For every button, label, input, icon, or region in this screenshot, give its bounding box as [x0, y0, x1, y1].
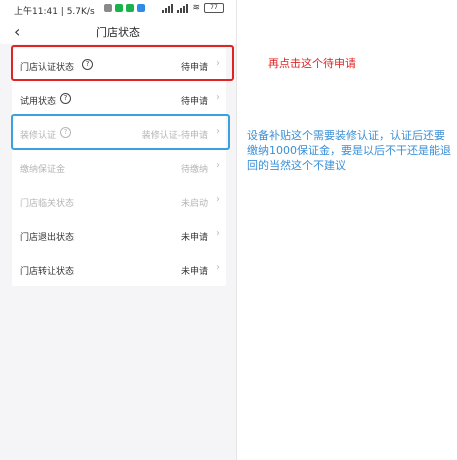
- status-app-icons: [104, 4, 145, 12]
- status-list: 门店认证状态 ? 待申请 › 试用状态 ? 待申请 › 装修认证 ? 装修认证-…: [12, 48, 226, 286]
- row-temporary-close[interactable]: 门店临关状态 未启动 ›: [12, 184, 226, 218]
- annotation-red: 再点击这个待申请: [268, 57, 356, 70]
- row-value[interactable]: 待申请: [181, 94, 208, 107]
- wechat-icon: [126, 4, 134, 12]
- status-bar: 上午11:41 | 5.7K/s ≋ 77: [0, 0, 236, 18]
- nav-bar: ‹ 门店状态: [0, 18, 236, 44]
- status-time: 上午11:41 | 5.7K/s: [14, 7, 95, 17]
- page-title: 门店状态: [96, 26, 140, 39]
- wifi-icon: ≋: [192, 3, 200, 13]
- chevron-right-icon: ›: [216, 92, 220, 103]
- signal-icon: [177, 3, 189, 13]
- signal-icon: [162, 3, 174, 13]
- alarm-icon: [104, 4, 112, 12]
- battery-icon: 77: [204, 3, 224, 13]
- chevron-right-icon: ›: [216, 194, 220, 205]
- chevron-right-icon: ›: [216, 160, 220, 171]
- row-trial-status[interactable]: 试用状态 ? 待申请 ›: [12, 82, 226, 116]
- highlight-red-box: [11, 45, 234, 81]
- row-label: 缴纳保证金: [20, 165, 66, 175]
- row-value[interactable]: 未申请: [181, 230, 208, 243]
- row-store-transfer[interactable]: 门店转让状态 未申请 ›: [12, 252, 226, 286]
- status-right: ≋ 77: [162, 3, 224, 13]
- help-icon[interactable]: ?: [60, 93, 71, 104]
- row-label: 门店临关状态: [20, 199, 75, 209]
- chevron-right-icon: ›: [216, 228, 220, 239]
- row-value[interactable]: 未启动: [181, 196, 208, 209]
- row-label: 门店退出状态: [20, 233, 75, 243]
- annotation-blue: 设备补贴这个需要装修认证，认证后还要缴纳1000保证金，要是以后不干还是能退回的…: [247, 129, 451, 172]
- row-deposit[interactable]: 缴纳保证金 待缴纳 ›: [12, 150, 226, 184]
- row-store-exit[interactable]: 门店退出状态 未申请 ›: [12, 218, 226, 252]
- row-label: 试用状态: [20, 97, 57, 107]
- chevron-right-icon: ›: [216, 262, 220, 273]
- row-value[interactable]: 待缴纳: [181, 162, 208, 175]
- highlight-blue-box: [11, 114, 230, 150]
- row-value[interactable]: 未申请: [181, 264, 208, 277]
- wechat-icon: [115, 4, 123, 12]
- app-icon: [137, 4, 145, 12]
- row-label: 门店转让状态: [20, 267, 75, 277]
